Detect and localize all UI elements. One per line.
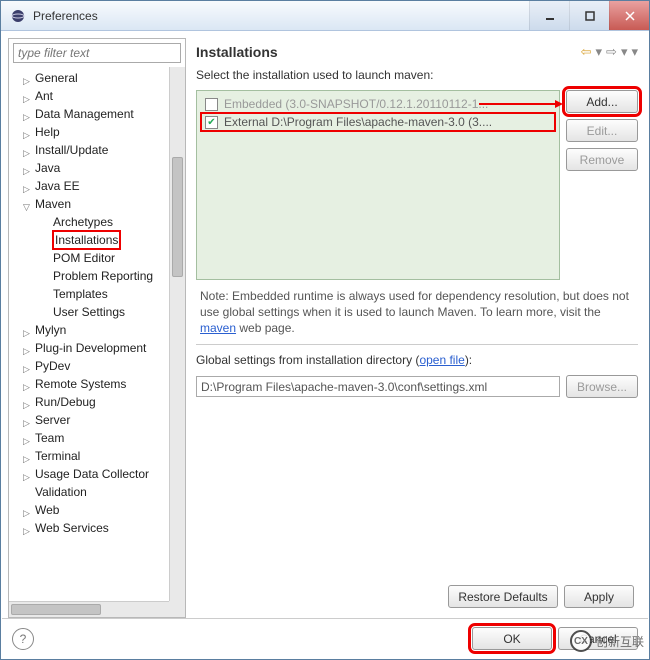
global-settings-label: Global settings from installation direct… — [196, 353, 638, 367]
filter-input[interactable] — [13, 43, 181, 63]
ok-button[interactable]: OK — [472, 627, 552, 650]
minimize-button[interactable] — [529, 1, 569, 30]
global-settings-field[interactable] — [196, 376, 560, 397]
tree-item[interactable]: Data Management — [35, 107, 134, 121]
tree-item[interactable]: Terminal — [35, 449, 80, 463]
titlebar[interactable]: Preferences — [1, 1, 649, 31]
apply-button[interactable]: Apply — [564, 585, 634, 608]
tree-item[interactable]: Maven — [35, 197, 71, 211]
scroll-corner — [169, 601, 185, 617]
tree-item[interactable]: Web Services — [35, 521, 109, 535]
close-button[interactable] — [609, 1, 649, 30]
note-text: Note: Embedded runtime is always used fo… — [196, 288, 638, 336]
tree-item[interactable]: Plug-in Development — [35, 341, 146, 355]
tree-item[interactable]: POM Editor — [53, 251, 115, 265]
forward-menu-icon[interactable]: ▾ — [621, 44, 628, 60]
tree-item[interactable]: PyDev — [35, 359, 70, 373]
install-item-external[interactable]: ✔ External D:\Program Files\apache-maven… — [201, 113, 555, 131]
watermark-text: 创新互联 — [596, 633, 644, 650]
page-header: Installations ⇦ ▾ ⇨ ▾ ▾ — [192, 38, 642, 68]
tree-item[interactable]: Validation — [35, 485, 87, 499]
tree-item[interactable]: Web — [35, 503, 59, 517]
tree-item[interactable]: Server — [35, 413, 70, 427]
preferences-window: Preferences General Ant Data Management Hel… — [0, 0, 650, 660]
tree-item[interactable]: Install/Update — [35, 143, 108, 157]
remove-button[interactable]: Remove — [566, 148, 638, 171]
browse-button[interactable]: Browse... — [566, 375, 638, 398]
tree-item[interactable]: Java EE — [35, 179, 80, 193]
back-icon[interactable]: ⇦ — [581, 44, 592, 60]
window-title: Preferences — [33, 9, 98, 23]
window-buttons — [529, 1, 649, 30]
tree-item[interactable]: Problem Reporting — [53, 269, 153, 283]
tree-item[interactable]: Java — [35, 161, 60, 175]
tree-item[interactable]: Templates — [53, 287, 108, 301]
settings-page: Installations ⇦ ▾ ⇨ ▾ ▾ Select the insta… — [192, 38, 642, 618]
vertical-scrollbar[interactable] — [169, 67, 185, 601]
watermark-logo: CX — [570, 630, 592, 652]
page-nav: ⇦ ▾ ⇨ ▾ ▾ — [581, 44, 638, 60]
tree-item[interactable]: User Settings — [53, 305, 125, 319]
back-menu-icon[interactable]: ▾ — [596, 44, 603, 60]
install-label: Embedded (3.0-SNAPSHOT/0.12.1.20110112-1… — [224, 97, 488, 111]
tree-viewport: General Ant Data Management Help Install/Upd… — [9, 67, 185, 617]
tree-item[interactable]: Ant — [35, 89, 53, 103]
install-label: External D:\Program Files\apache-maven-3… — [224, 115, 492, 129]
page-menu-icon[interactable]: ▾ — [631, 44, 638, 60]
tree-item[interactable]: Installations — [53, 231, 120, 249]
eclipse-icon — [9, 7, 27, 25]
checkbox-icon[interactable] — [205, 98, 218, 111]
watermark: CX 创新互联 — [570, 630, 644, 652]
annotation-arrow — [479, 103, 559, 105]
horizontal-scrollbar[interactable] — [9, 601, 169, 617]
maven-link[interactable]: maven — [200, 321, 236, 335]
help-icon[interactable]: ? — [12, 628, 34, 650]
tree-item[interactable]: Usage Data Collector — [35, 467, 149, 481]
edit-button[interactable]: Edit... — [566, 119, 638, 142]
maximize-button[interactable] — [569, 1, 609, 30]
separator — [196, 344, 638, 345]
dialog-body: General Ant Data Management Help Install/Upd… — [1, 31, 649, 659]
tree-item[interactable]: Mylyn — [35, 323, 66, 337]
tree-item[interactable]: General — [35, 71, 78, 85]
installations-list[interactable]: Embedded (3.0-SNAPSHOT/0.12.1.20110112-1… — [196, 90, 560, 280]
tree-item[interactable]: Run/Debug — [35, 395, 96, 409]
tree-item[interactable]: Help — [35, 125, 60, 139]
add-button[interactable]: Add... — [566, 90, 638, 113]
checkbox-icon[interactable]: ✔ — [205, 116, 218, 129]
dialog-footer: ? OK Cancel — [2, 618, 648, 658]
install-item-embedded[interactable]: Embedded (3.0-SNAPSHOT/0.12.1.20110112-1… — [201, 95, 555, 113]
tree-item[interactable]: Archetypes — [53, 215, 113, 229]
select-install-label: Select the installation used to launch m… — [196, 68, 638, 82]
restore-defaults-button[interactable]: Restore Defaults — [448, 585, 558, 608]
tree-item[interactable]: Team — [35, 431, 64, 445]
page-title: Installations — [196, 44, 278, 60]
tree-item[interactable]: Remote Systems — [35, 377, 126, 391]
category-tree-panel: General Ant Data Management Help Install/Upd… — [8, 38, 186, 618]
open-file-link[interactable]: open file — [419, 353, 464, 367]
forward-icon[interactable]: ⇨ — [606, 44, 617, 60]
